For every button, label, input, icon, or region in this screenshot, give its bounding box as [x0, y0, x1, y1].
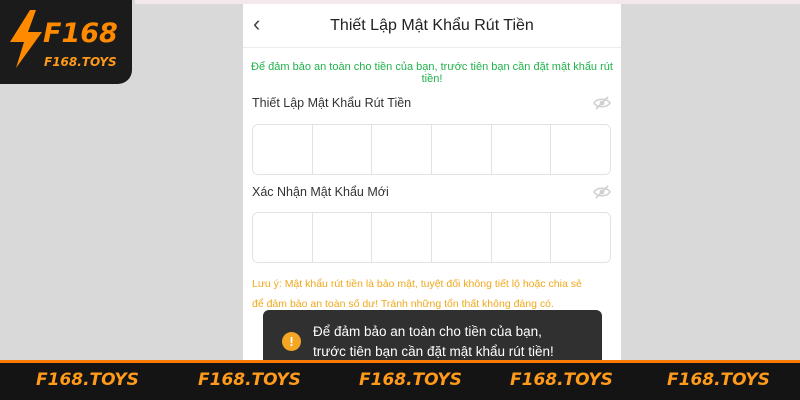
pin-digit-box[interactable] [372, 213, 433, 262]
watermark-text: F168.TOYS [36, 370, 139, 390]
phone-screen: ‹ Thiết Lập Mật Khẩu Rút Tiền Để đảm bảo… [243, 4, 621, 360]
security-notice: Để đảm bảo an toàn cho tiền của bạn, trư… [251, 61, 613, 85]
toast-line-2: trước tiên bạn cần đặt mật khẩu rút tiền… [313, 344, 554, 359]
pin-digit-box[interactable] [372, 125, 433, 174]
security-warning: Lưu ý: Mật khẩu rút tiền là bảo mật, tuy… [252, 274, 613, 314]
alert-icon: ! [282, 332, 301, 351]
logo-text: F168 [43, 18, 118, 49]
pin-digit-box[interactable] [253, 125, 313, 174]
toast-text: Để đảm bảo an toàn cho tiền của bạn, trư… [313, 322, 593, 362]
f168-logo: F168 F168.TOYS [0, 0, 132, 84]
confirm-password-pin-input[interactable] [252, 212, 611, 263]
watermark-text: F168.TOYS [510, 370, 613, 390]
watermark-bar: F168.TOYS F168.TOYS F168.TOYS F168.TOYS … [0, 360, 800, 400]
page-title: Thiết Lập Mật Khẩu Rút Tiền [330, 17, 534, 34]
lightning-bolt-icon [10, 10, 42, 68]
pin-digit-box[interactable] [551, 213, 610, 262]
pin-digit-box[interactable] [491, 213, 552, 262]
pin-digit-box[interactable] [432, 213, 492, 262]
pin-digit-box[interactable] [253, 213, 313, 262]
pin-digit-box[interactable] [312, 213, 373, 262]
watermark-text: F168.TOYS [667, 370, 770, 390]
warning-line-1: Lưu ý: Mật khẩu rút tiền là bảo mật, tuy… [252, 278, 582, 290]
logo-subtext: F168.TOYS [44, 55, 117, 69]
pin-digit-box[interactable] [432, 125, 492, 174]
toast-line-1: Để đảm bảo an toàn cho tiền của bạn, [313, 324, 542, 339]
pin-digit-box[interactable] [312, 125, 373, 174]
watermark-text: F168.TOYS [359, 370, 462, 390]
withdraw-password-label: Thiết Lập Mật Khẩu Rút Tiền [252, 96, 412, 110]
pin-digit-box[interactable] [491, 125, 552, 174]
confirm-password-label: Xác Nhận Mật Khẩu Mới [252, 185, 389, 199]
eye-off-icon[interactable] [593, 96, 611, 115]
header-bar: ‹ Thiết Lập Mật Khẩu Rút Tiền [243, 4, 621, 48]
pin-digit-box[interactable] [551, 125, 610, 174]
watermark-text: F168.TOYS [198, 370, 301, 390]
withdraw-password-pin-input[interactable] [252, 124, 611, 175]
eye-off-icon[interactable] [593, 185, 611, 204]
